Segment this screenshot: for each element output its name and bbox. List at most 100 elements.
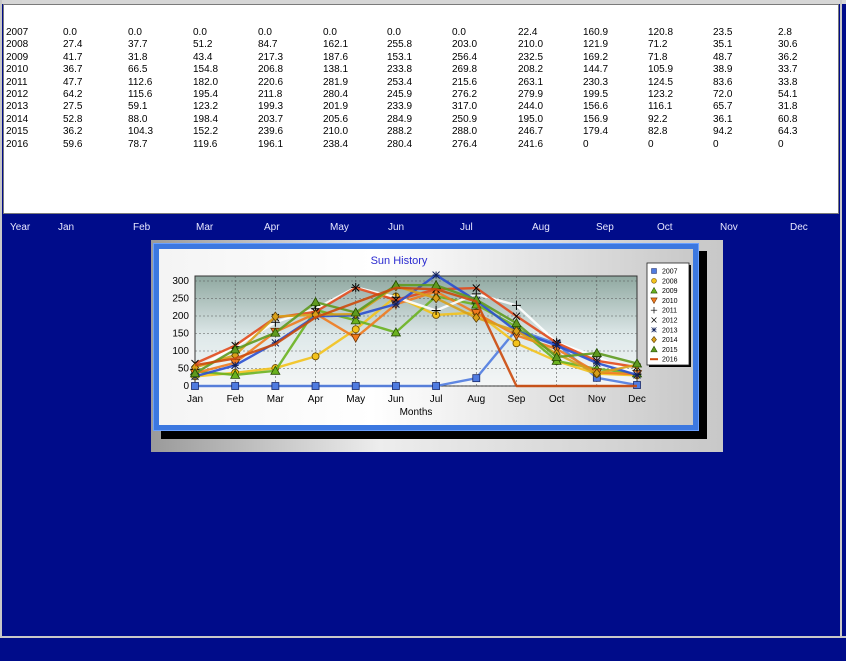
value-cell: 72.0 bbox=[713, 89, 733, 100]
y-tick-label: 200 bbox=[172, 311, 189, 322]
value-cell: 210.0 bbox=[518, 39, 544, 51]
value-cell: 199.5 bbox=[583, 89, 609, 100]
value-cell: 64.2 bbox=[63, 89, 83, 100]
year-cell: 2009 bbox=[6, 51, 29, 63]
y-tick-label: 50 bbox=[178, 364, 190, 375]
right-border bbox=[840, 0, 842, 636]
x-tick-label: Jun bbox=[388, 394, 404, 405]
value-cell: 92.2 bbox=[648, 113, 668, 125]
value-cell: 217.3 bbox=[258, 51, 284, 63]
value-cell: 182.0 bbox=[193, 76, 219, 88]
value-cell: 288.0 bbox=[452, 126, 478, 138]
x-tick-label: Mar bbox=[267, 394, 285, 405]
value-cell: 0 bbox=[648, 138, 654, 150]
value-cell: 71.2 bbox=[648, 39, 668, 51]
value-cell: 120.8 bbox=[648, 27, 674, 38]
value-cell: 104.3 bbox=[128, 126, 154, 138]
data-point bbox=[351, 382, 360, 390]
value-cell: 82.8 bbox=[648, 126, 668, 138]
value-cell: 112.6 bbox=[128, 76, 153, 88]
x-tick-label: Sep bbox=[508, 394, 526, 405]
value-cell: 36.2 bbox=[778, 51, 798, 63]
value-cell: 317.0 bbox=[452, 101, 478, 113]
value-cell: 0.0 bbox=[193, 27, 207, 38]
header-month: Nov bbox=[720, 222, 738, 233]
value-cell: 36.2 bbox=[63, 126, 83, 138]
value-cell: 52.8 bbox=[63, 113, 83, 125]
data-point bbox=[231, 382, 240, 390]
year-cell: 2012 bbox=[6, 89, 29, 100]
data-point bbox=[432, 271, 440, 279]
legend-marker bbox=[651, 278, 657, 284]
x-tick-label: Jan bbox=[187, 394, 203, 405]
value-cell: 37.7 bbox=[128, 39, 148, 51]
value-cell: 121.9 bbox=[583, 39, 609, 51]
value-cell: 156.9 bbox=[583, 113, 609, 125]
value-cell: 33.7 bbox=[778, 64, 798, 76]
x-tick-label: May bbox=[346, 394, 365, 405]
value-cell: 0.0 bbox=[63, 27, 77, 38]
value-cell: 78.7 bbox=[128, 138, 148, 150]
value-cell: 27.4 bbox=[63, 39, 83, 51]
value-cell: 208.2 bbox=[518, 64, 544, 76]
value-cell: 269.8 bbox=[452, 64, 478, 76]
value-cell: 210.0 bbox=[323, 126, 349, 138]
value-cell: 245.9 bbox=[387, 89, 413, 100]
value-cell: 255.8 bbox=[387, 39, 413, 51]
value-cell: 284.9 bbox=[387, 113, 413, 125]
value-cell: 43.4 bbox=[193, 51, 213, 63]
value-cell: 206.8 bbox=[258, 64, 284, 76]
legend-label: 2016 bbox=[662, 357, 678, 364]
data-point bbox=[392, 382, 400, 390]
value-cell: 35.1 bbox=[713, 39, 733, 51]
value-cell: 115.6 bbox=[128, 89, 153, 100]
x-tick-label: Dec bbox=[628, 394, 646, 405]
value-cell: 94.2 bbox=[713, 126, 733, 138]
value-cell: 162.1 bbox=[323, 39, 349, 51]
value-cell: 0.0 bbox=[452, 27, 466, 38]
x-axis-label: Months bbox=[400, 407, 433, 418]
value-cell: 187.6 bbox=[323, 51, 349, 63]
value-cell: 199.3 bbox=[258, 101, 284, 113]
header-month: Jan bbox=[58, 222, 75, 233]
data-point bbox=[552, 341, 561, 350]
data-point bbox=[512, 339, 521, 348]
value-cell: 22.4 bbox=[518, 27, 538, 38]
header-month: Jun bbox=[388, 222, 405, 233]
data-table[interactable]: 2007 0.0 0.0 0.0 0.0 0.0 0.0 0.0 22.4 160.9 120.8 2… bbox=[3, 4, 839, 214]
value-cell: 0 bbox=[778, 138, 784, 150]
value-cell: 280.4 bbox=[387, 138, 413, 150]
value-cell: 83.6 bbox=[713, 76, 733, 88]
y-tick-label: 150 bbox=[172, 329, 189, 340]
legend-label: 2008 bbox=[662, 278, 678, 285]
value-cell: 59.6 bbox=[63, 138, 83, 150]
column-header-row: Year Jan Feb Mar Apr May Jun Jul Aug Sep Oct Nov Dec bbox=[0, 222, 846, 236]
value-cell: 205.6 bbox=[323, 113, 349, 125]
value-cell: 203.0 bbox=[452, 39, 478, 51]
legend-marker bbox=[651, 268, 657, 274]
value-cell: 84.7 bbox=[258, 39, 278, 51]
value-cell: 116.1 bbox=[648, 101, 673, 113]
legend-marker bbox=[651, 327, 657, 333]
value-cell: 30.6 bbox=[778, 39, 798, 51]
value-cell: 179.4 bbox=[583, 126, 609, 138]
value-cell: 88.0 bbox=[128, 113, 148, 125]
year-cell: 2014 bbox=[6, 113, 29, 125]
value-cell: 203.7 bbox=[258, 113, 284, 125]
value-cell: 54.1 bbox=[778, 89, 798, 100]
value-cell: 154.8 bbox=[193, 64, 219, 76]
line-chart: 0 50 100 150 200 250 300 Jan Feb Mar Apr May Jun Jul A… bbox=[172, 262, 691, 418]
value-cell: 250.9 bbox=[452, 113, 478, 125]
value-cell: 246.7 bbox=[518, 126, 544, 138]
legend-label: 2007 bbox=[662, 269, 678, 276]
value-cell: 65.7 bbox=[713, 101, 733, 113]
data-point bbox=[191, 382, 199, 390]
data-point bbox=[472, 374, 481, 383]
value-cell: 23.5 bbox=[713, 27, 733, 38]
value-cell: 64.3 bbox=[778, 126, 798, 138]
header-month: Jul bbox=[460, 222, 473, 233]
value-cell: 195.4 bbox=[193, 89, 219, 100]
value-cell: 33.8 bbox=[778, 76, 798, 88]
x-tick-label: Aug bbox=[467, 394, 485, 405]
header-month: Oct bbox=[657, 222, 673, 233]
